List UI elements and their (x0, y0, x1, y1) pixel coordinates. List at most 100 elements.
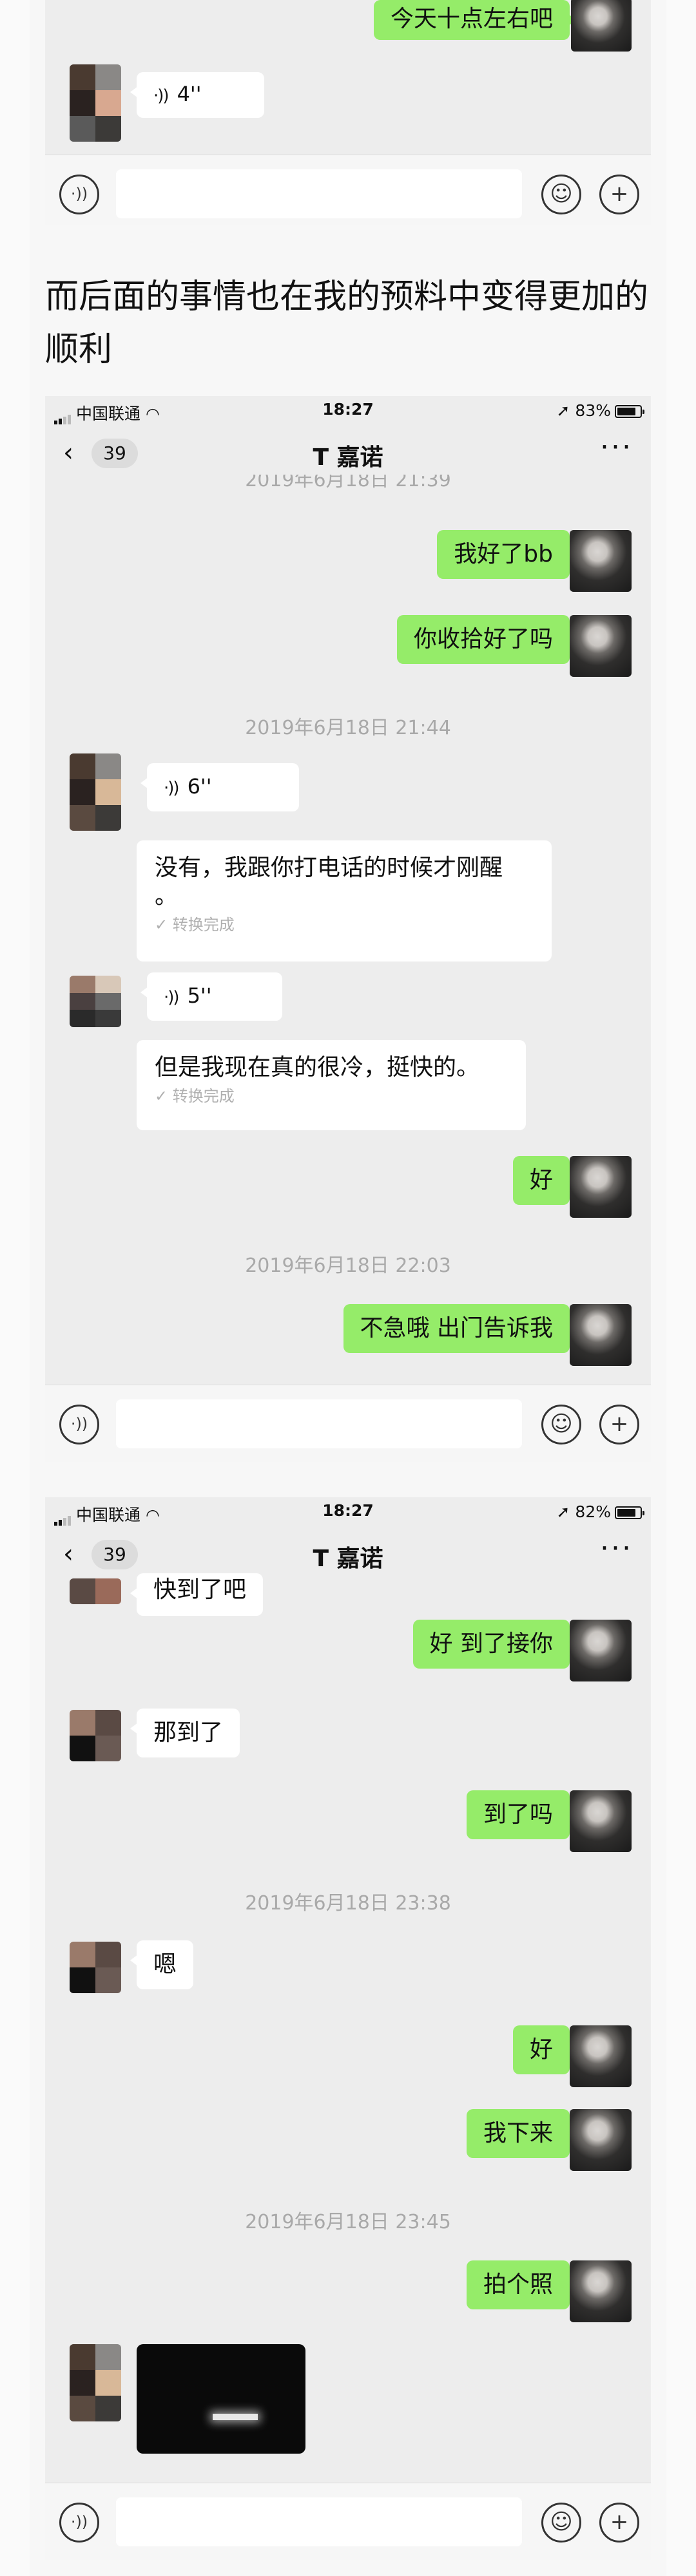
transcription-text: 。 (155, 883, 179, 909)
voice-mode-icon[interactable]: ·)) (59, 1405, 99, 1444)
more-dots-icon[interactable]: ··· (600, 1532, 633, 1565)
conversion-status: 转换完成 (172, 916, 235, 934)
chat-screenshot-1: 中国联通 ◠ 18:27 ➚ 83% ‹ 39 T 嘉诺 ··· 2019年6月… (45, 396, 651, 1462)
voice-message-bubble[interactable]: ·)) 5'' (140, 972, 282, 1021)
voice-transcription: 没有，我跟你打电话的时候才刚醒 。 ✓ 转换完成 (137, 840, 552, 961)
chat-input-bar: ·)) ☺ + (45, 155, 651, 225)
emoji-icon[interactable]: ☺ (541, 2503, 581, 2543)
message-text: 今天十点左右吧 (390, 6, 553, 32)
location-arrow-icon: ➚ (556, 1502, 570, 1521)
message-input[interactable] (116, 2497, 522, 2546)
chat-title: T 嘉诺 (313, 1546, 383, 1572)
photo-message[interactable] (137, 2344, 305, 2454)
message-bubble-sent[interactable]: 好 (512, 2025, 577, 2074)
avatar-self[interactable] (570, 1620, 632, 1681)
chat-screenshot-2: 中国联通 ◠ 18:27 ➚ 82% ‹ 39 T 嘉诺 ··· 快到了吧 好 … (45, 1497, 651, 2560)
message-input[interactable] (116, 169, 522, 218)
message-bubble-sent[interactable]: 好 到了接你 (412, 1620, 577, 1669)
avatar-contact[interactable] (70, 64, 121, 142)
avatar-contact[interactable] (70, 1942, 121, 1993)
chat-input-bar: ·)) ☺ + (45, 2483, 651, 2560)
message-bubble-received[interactable]: 嗯 (130, 1940, 194, 1989)
timestamp: 2019年6月18日 21:39 (245, 475, 451, 491)
voice-mode-icon[interactable]: ·)) (59, 2503, 99, 2543)
plus-icon[interactable]: + (599, 1405, 639, 1444)
timestamp: 2019年6月18日 23:45 (245, 2211, 451, 2233)
plus-icon[interactable]: + (599, 175, 639, 214)
battery-percent: 82% (575, 1502, 611, 1521)
avatar-contact[interactable] (70, 1578, 121, 1604)
avatar-contact[interactable] (70, 2344, 121, 2421)
avatar-contact[interactable] (70, 976, 121, 1027)
timestamp: 2019年6月18日 23:38 (245, 1892, 451, 1915)
narration-text: 而后面的事情也在我的预料中变得更加的顺利 (45, 278, 649, 369)
voice-mode-icon[interactable]: ·)) (59, 175, 99, 214)
message-bubble-sent[interactable]: 今天十点左右吧 (373, 0, 577, 40)
check-icon: ✓ (155, 1087, 168, 1105)
status-bar: 中国联通 ◠ 18:27 ➚ 83% (45, 396, 651, 426)
avatar-contact[interactable] (70, 1710, 121, 1761)
chat-nav-bar: ‹ 39 T 嘉诺 ··· (45, 1527, 651, 1578)
plus-icon[interactable]: + (599, 2503, 639, 2543)
battery-icon (615, 1506, 644, 1519)
timestamp: 2019年6月18日 22:03 (245, 1255, 451, 1277)
battery-icon (615, 405, 644, 418)
message-text: 你收拾好了吗 (413, 626, 553, 652)
message-bubble-received[interactable]: 快到了吧 (130, 1573, 264, 1616)
avatar-contact[interactable] (70, 753, 121, 831)
message-text: 拍个照 (483, 2271, 553, 2298)
emoji-icon[interactable]: ☺ (541, 1405, 581, 1444)
message-text: 那到了 (153, 1719, 224, 1746)
message-bubble-received[interactable]: 那到了 (130, 1709, 240, 1757)
timestamp: 2019年6月18日 21:44 (245, 717, 451, 739)
photo-light (213, 2414, 258, 2420)
more-dots-icon[interactable]: ··· (600, 431, 633, 464)
message-bubble-sent[interactable]: 不急哦 出门告诉我 (343, 1304, 577, 1353)
location-arrow-icon: ➚ (556, 401, 570, 420)
avatar-self[interactable] (570, 1790, 632, 1852)
check-icon: ✓ (155, 916, 168, 934)
message-text: 我下来 (483, 2120, 553, 2146)
chat-title: T 嘉诺 (313, 444, 383, 471)
page-gutter-left (0, 0, 30, 2576)
voice-icon: ·)) (164, 779, 180, 798)
transcription-text: 没有，我跟你打电话的时候才刚醒 (155, 855, 503, 881)
message-text: 到了吗 (483, 1801, 553, 1828)
message-input[interactable] (116, 1399, 522, 1448)
avatar-self[interactable] (570, 2260, 632, 2322)
message-bubble-sent[interactable]: 你收拾好了吗 (396, 615, 577, 664)
voice-duration: 4'' (177, 82, 202, 106)
avatar-self[interactable] (571, 0, 632, 52)
voice-message-bubble[interactable]: ·)) 4'' (130, 72, 264, 118)
chat-nav-bar: ‹ 39 T 嘉诺 ··· (45, 426, 651, 477)
avatar-self[interactable] (570, 530, 632, 592)
chat-screenshot-top: 今天十点左右吧 ·)) 4'' ·)) ☺ + (45, 0, 651, 225)
status-bar: 中国联通 ◠ 18:27 ➚ 82% (45, 1497, 651, 1527)
message-text: 不急哦 出门告诉我 (360, 1315, 553, 1341)
voice-icon: ·)) (164, 988, 180, 1007)
avatar-self[interactable] (570, 615, 632, 677)
page-gutter-right (666, 0, 696, 2576)
voice-icon: ·)) (153, 86, 169, 106)
avatar-self[interactable] (570, 1156, 632, 1218)
voice-duration: 5'' (187, 983, 212, 1008)
voice-transcription: 但是我现在真的很冷，挺快的。 ✓ 转换完成 (137, 1040, 526, 1130)
voice-message-bubble[interactable]: ·)) 6'' (140, 763, 299, 811)
message-bubble-sent[interactable]: 到了吗 (466, 1790, 577, 1839)
voice-duration: 6'' (187, 774, 212, 799)
message-text: 我好了bb (454, 541, 553, 567)
conversion-status: 转换完成 (172, 1087, 235, 1105)
message-text: 嗯 (153, 1951, 177, 1978)
avatar-self[interactable] (570, 1304, 632, 1366)
avatar-self[interactable] (570, 2109, 632, 2171)
battery-percent: 83% (575, 401, 611, 420)
message-bubble-sent[interactable]: 我下来 (466, 2109, 577, 2158)
message-bubble-sent[interactable]: 我好了bb (437, 530, 576, 579)
message-text: 好 (529, 2036, 553, 2063)
transcription-text: 但是我现在真的很冷，挺快的。 (155, 1054, 480, 1081)
emoji-icon[interactable]: ☺ (541, 175, 581, 214)
message-bubble-sent[interactable]: 拍个照 (466, 2260, 577, 2309)
avatar-self[interactable] (570, 2025, 632, 2087)
message-bubble-sent[interactable]: 好 (512, 1156, 577, 1205)
message-text: 好 到了接你 (429, 1631, 553, 1657)
